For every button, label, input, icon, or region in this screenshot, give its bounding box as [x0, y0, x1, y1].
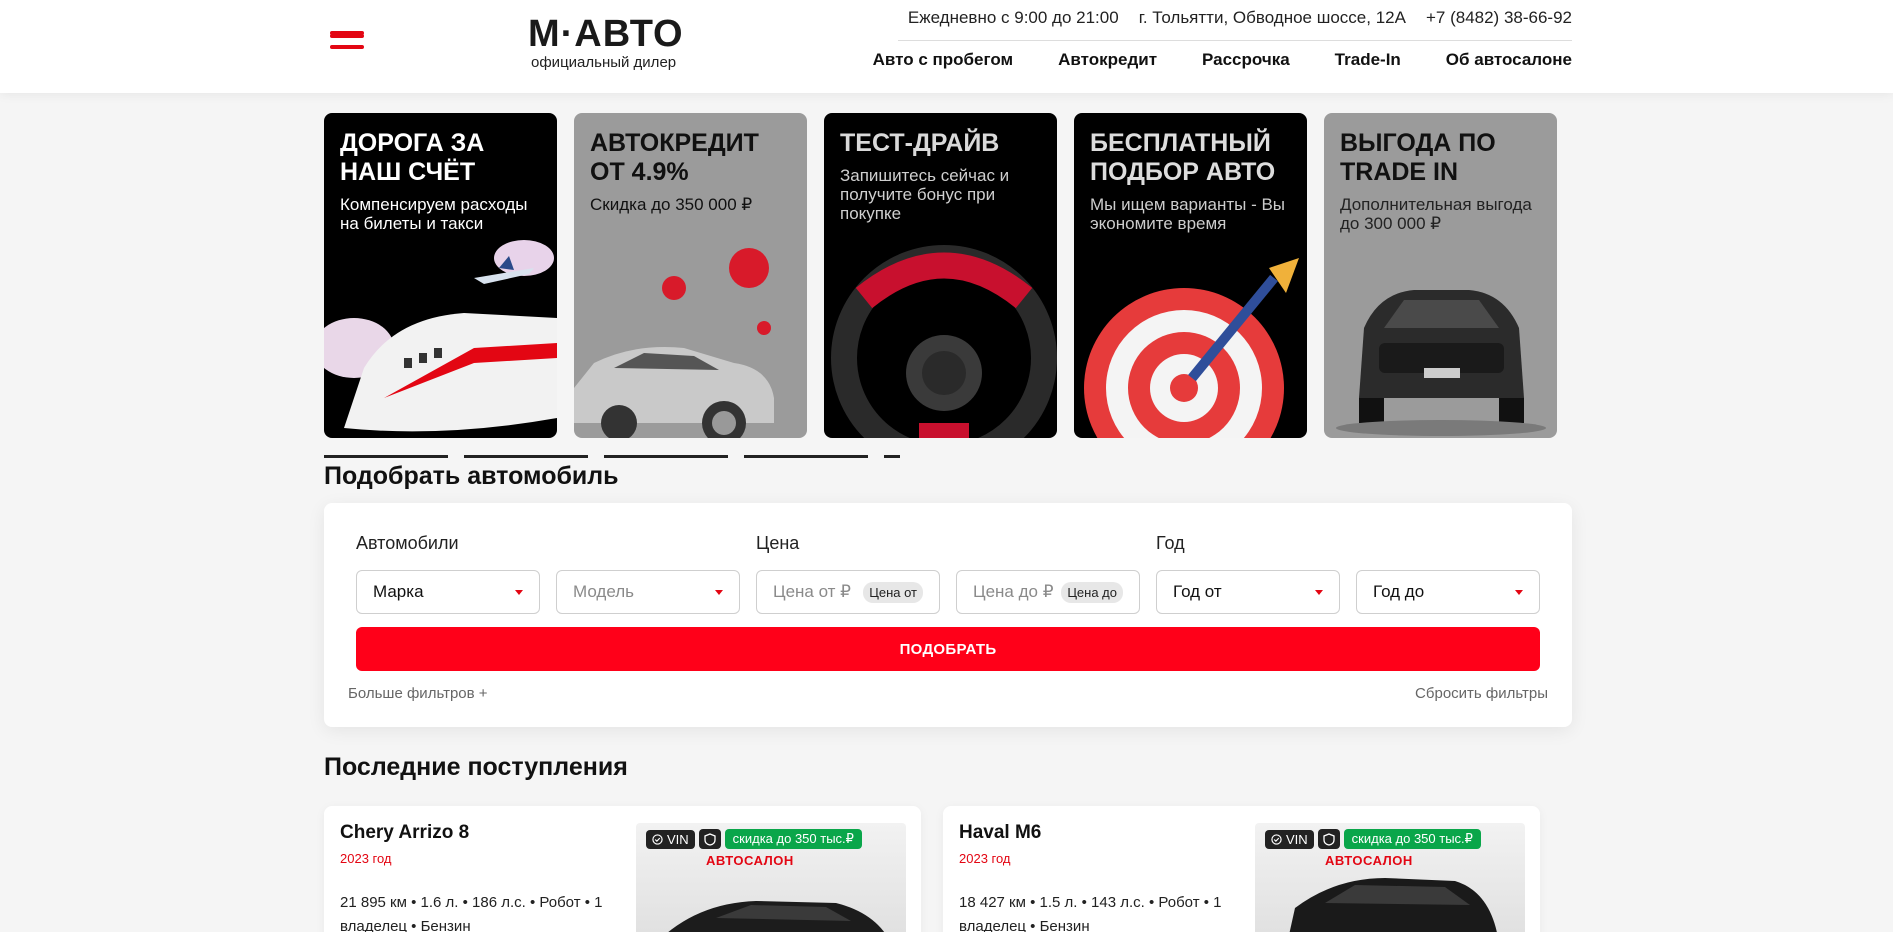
train-plane-illustration [324, 240, 557, 432]
banner-text: Мы ищем варианты - Вы экономите время [1090, 195, 1286, 233]
car-photo: АВТОСАЛОН VIN скидка до 350 тыс.₽ [636, 823, 906, 932]
nav-car-loan[interactable]: Автокредит [1058, 50, 1157, 70]
vin-label: VIN [1286, 831, 1308, 847]
car-front-illustration [1336, 290, 1546, 436]
main-nav: Авто с пробегом Автокредит Рассрочка Tra… [873, 50, 1572, 70]
card-badges: VIN скидка до 350 тыс.₽ [1265, 829, 1481, 849]
caret-down-icon [515, 589, 523, 595]
cars-label: Автомобили [356, 533, 459, 553]
banner-title: ТЕСТ-ДРАЙВ [840, 129, 1000, 157]
shield-icon [698, 829, 721, 849]
year-from-value: Год от [1173, 582, 1222, 601]
pager-dot[interactable] [324, 455, 448, 458]
price-from-input[interactable]: Цена от ₽ Цена от [756, 570, 940, 614]
car-year: 2023 год [340, 851, 392, 866]
banner-trade-in[interactable]: ВЫГОДА ПО TRADE IN Дополнительная выгода… [1324, 113, 1557, 438]
banner-test-drive[interactable]: ТЕСТ-ДРАЙВ Запишитесь сейчас и получите … [824, 113, 1057, 438]
brand-select-value: Марка [373, 582, 424, 601]
price-to-placeholder: Цена до ₽ [973, 582, 1054, 601]
model-select[interactable]: Модель [556, 570, 740, 614]
caret-down-icon [1515, 589, 1523, 595]
target-dart-illustration [1084, 258, 1299, 438]
promo-banners: ДОРОГА ЗА НАШ СЧЁТ Компенсируем расходы … [324, 113, 1557, 438]
caret-down-icon [1315, 589, 1323, 595]
vin-badge: VIN [1265, 829, 1314, 849]
price-from-placeholder: Цена от ₽ [773, 582, 852, 601]
latest-title: Последние поступления [324, 753, 628, 781]
price-label: Цена [756, 533, 800, 553]
banner-title: БЕСПЛАТНЫЙ ПОДБОР АВТО [1090, 129, 1276, 186]
pager-dot[interactable] [744, 455, 868, 458]
price-to-chip: Цена до [1061, 581, 1123, 603]
vin-label: VIN [667, 831, 689, 847]
nav-trade-in[interactable]: Trade-In [1335, 50, 1401, 70]
pager-dot[interactable] [604, 455, 728, 458]
caret-down-icon [715, 589, 723, 595]
banner-text: Компенсируем расходы на билеты и такси [340, 195, 528, 233]
model-select-value: Модель [573, 582, 635, 601]
address[interactable]: г. Тольятти, Обводное шоссе, 12А [1139, 8, 1406, 28]
nav-about[interactable]: Об автосалоне [1446, 50, 1572, 70]
price-to-input[interactable]: Цена до ₽ Цена до [956, 570, 1140, 614]
car-photo: АВТОСАЛОН VIN скидка до 350 тыс.₽ [1255, 823, 1525, 932]
search-button[interactable]: ПОДОБРАТЬ [356, 627, 1540, 671]
check-circle-icon [1271, 833, 1282, 845]
year-to-select[interactable]: Год до [1356, 570, 1540, 614]
phone-link[interactable]: +7 (8482) 38-66-92 [1426, 8, 1572, 28]
price-from-chip: Цена от [863, 581, 923, 603]
check-circle-icon [652, 833, 663, 845]
banner-text: Скидка до 350 000 ₽ [590, 195, 753, 214]
banner-free-travel[interactable]: ДОРОГА ЗА НАШ СЧЁТ Компенсируем расходы … [324, 113, 557, 438]
card-badges: VIN скидка до 350 тыс.₽ [646, 829, 862, 849]
steering-wheel-illustration [831, 245, 1057, 438]
banner-title: ВЫГОДА ПО TRADE IN [1340, 129, 1496, 186]
vin-badge: VIN [646, 829, 695, 849]
nav-used-cars[interactable]: Авто с пробегом [873, 50, 1013, 70]
car-card[interactable]: Chery Arrizo 8 2023 год 21 895 км • 1.6 … [324, 806, 921, 932]
logo[interactable]: М·АВТО официальный дилер [528, 14, 688, 74]
reset-filters-link[interactable]: Сбросить фильтры [1415, 685, 1548, 702]
brand-select[interactable]: Марка [356, 570, 540, 614]
car-name: Haval M6 [959, 822, 1042, 843]
contacts: Ежедневно с 9:00 до 21:00 г. Тольятти, О… [908, 8, 1572, 28]
banner-text: Запишитесь сейчас и получите бонус при п… [840, 166, 1010, 223]
car-card[interactable]: Haval M6 2023 год 18 427 км • 1.5 л. • 1… [943, 806, 1540, 932]
year-label: Год [1156, 533, 1185, 553]
year-to-value: Год до [1373, 582, 1425, 601]
banner-text: Дополнительная выгода до 300 000 ₽ [1340, 195, 1532, 233]
menu-burger-button[interactable] [330, 31, 364, 55]
car-specs: 18 427 км • 1.5 л. • 143 л.с. • Робот • … [959, 894, 1222, 932]
car-specs: 21 895 км • 1.6 л. • 186 л.с. • Робот • … [340, 894, 603, 932]
pager-dot[interactable] [464, 455, 588, 458]
site-header: М·АВТО официальный дилер Ежедневно с 9:0… [0, 0, 1893, 93]
header-divider [898, 40, 1572, 41]
opening-hours: Ежедневно с 9:00 до 21:00 [907, 8, 1119, 27]
pager-dot[interactable] [884, 455, 900, 458]
banner-title: АВТОКРЕДИТ ОТ 4.9% [590, 129, 759, 186]
year-from-select[interactable]: Год от [1156, 570, 1340, 614]
logo-main: М·АВТО [528, 13, 684, 55]
car-year: 2023 год [959, 851, 1011, 866]
banner-car-loan[interactable]: АВТОКРЕДИТ ОТ 4.9% Скидка до 350 000 ₽ [574, 113, 807, 438]
nav-installment[interactable]: Рассрочка [1202, 50, 1290, 70]
more-filters-link[interactable]: Больше фильтров + [348, 685, 488, 702]
car-name: Chery Arrizo 8 [340, 822, 470, 843]
banner-pagination [324, 455, 900, 458]
car-filter-panel: Автомобили Цена Год Марка Модель Цена от… [324, 503, 1572, 727]
car-coins-illustration [574, 248, 774, 438]
discount-badge: скидка до 350 тыс.₽ [724, 829, 862, 849]
shield-icon [1317, 829, 1340, 849]
banner-title: ДОРОГА ЗА НАШ СЧЁТ [340, 129, 485, 186]
logo-subtitle: официальный дилер [531, 54, 677, 71]
filter-title: Подобрать автомобиль [324, 462, 619, 490]
discount-badge: скидка до 350 тыс.₽ [1343, 829, 1481, 849]
banner-car-selection[interactable]: БЕСПЛАТНЫЙ ПОДБОР АВТО Мы ищем варианты … [1074, 113, 1307, 438]
